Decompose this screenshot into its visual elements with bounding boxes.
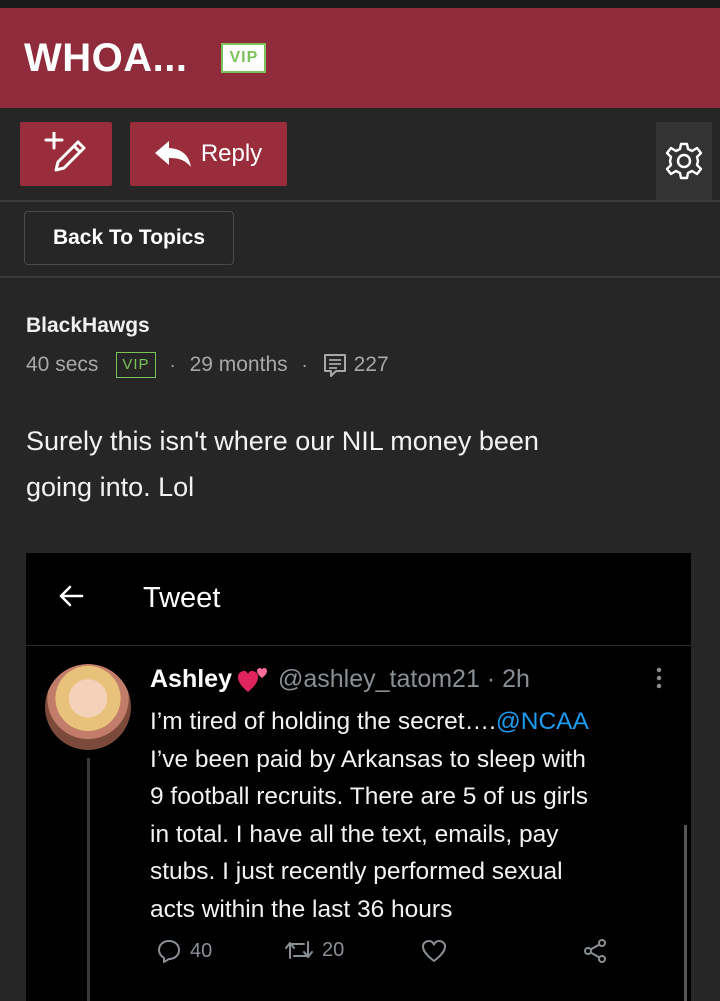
comment-icon	[158, 940, 180, 963]
tweet-header-title: Tweet	[143, 582, 221, 614]
topic-header: WHOA... VIP	[0, 8, 720, 108]
settings-button[interactable]	[656, 122, 712, 200]
tweet-user: Ashley @ashley_tatom21 · 2h	[150, 665, 530, 694]
reply-arrow-icon	[154, 141, 191, 167]
like-action[interactable]	[420, 938, 456, 964]
post-text-line: going into. Lol	[26, 472, 195, 502]
mention-link[interactable]: @NCAA	[496, 708, 589, 735]
retweet-action[interactable]: 20	[284, 938, 344, 962]
scrollbar[interactable]	[684, 825, 687, 1001]
tweet-header: Tweet	[26, 553, 691, 646]
author-vip-badge: VIP	[116, 352, 156, 378]
share-action[interactable]	[582, 938, 616, 964]
tweet-text-line: 9 football recruits. There are 5 of us g…	[150, 783, 589, 810]
tweet-handle-time: @ashley_tatom21 · 2h	[277, 665, 530, 693]
post-meta: 40 secs VIP · 29 months · 227	[26, 352, 389, 378]
tweet-text-line: stubs. I just recently performed sexual	[150, 858, 563, 885]
tweet-text-line: I’m tired of holding the secret….@NCAA	[150, 703, 680, 741]
tweet-text-line: acts within the last 36 hours	[150, 895, 453, 923]
tweet-text-segment: I’m tired of holding the secret….	[150, 708, 496, 735]
back-to-topics-button[interactable]: Back To Topics	[24, 211, 234, 265]
tweet-text-line: in total. I have all the text, emails, p…	[150, 820, 559, 848]
avatar[interactable]	[45, 664, 131, 750]
heart-icon	[422, 940, 446, 962]
embedded-tweet[interactable]: Tweet Ashley @ashley_tatom21 · 2h I’m ti…	[26, 553, 691, 1001]
post-author[interactable]: BlackHawgs	[26, 314, 150, 338]
gear-icon	[665, 142, 703, 180]
back-arrow-icon[interactable]	[58, 583, 84, 609]
reply-button[interactable]: Reply	[130, 122, 287, 186]
thread-line	[87, 758, 90, 1001]
post-text-line: Surely this isn't where our NIL money be…	[26, 426, 539, 456]
topic-title: WHOA...	[24, 35, 188, 80]
new-post-button[interactable]	[20, 122, 112, 186]
top-strip	[0, 0, 720, 8]
tweet-text: I’m tired of holding the secret….@NCAA I…	[150, 703, 680, 928]
share-icon	[584, 939, 606, 963]
more-options-icon[interactable]	[653, 665, 665, 693]
post-time: 40 secs	[26, 353, 99, 376]
meta-separator: ·	[169, 354, 176, 375]
reply-action[interactable]: 40	[156, 938, 212, 964]
reply-label: Reply	[200, 140, 263, 167]
vip-badge: VIP	[221, 43, 267, 73]
posts-icon	[323, 354, 346, 377]
tweet-display-name[interactable]: Ashley	[150, 665, 232, 694]
back-bar: Back To Topics	[0, 202, 720, 278]
meta-separator: ·	[301, 354, 308, 375]
hearts-emoji-icon	[237, 667, 267, 692]
retweet-icon	[285, 941, 313, 959]
author-post-count: 227	[353, 353, 389, 376]
pencil-plus-icon	[44, 132, 86, 172]
reply-count: 40	[190, 939, 213, 962]
retweet-count: 20	[322, 938, 345, 961]
toolbar: Reply	[0, 108, 720, 202]
post-body: Surely this isn't where our NIL money be…	[26, 418, 686, 510]
author-tenure: 29 months	[189, 353, 288, 376]
tweet-text-line: I’ve been paid by Arkansas to sleep with	[150, 745, 586, 773]
tweet-actions: 40 20	[150, 938, 670, 974]
